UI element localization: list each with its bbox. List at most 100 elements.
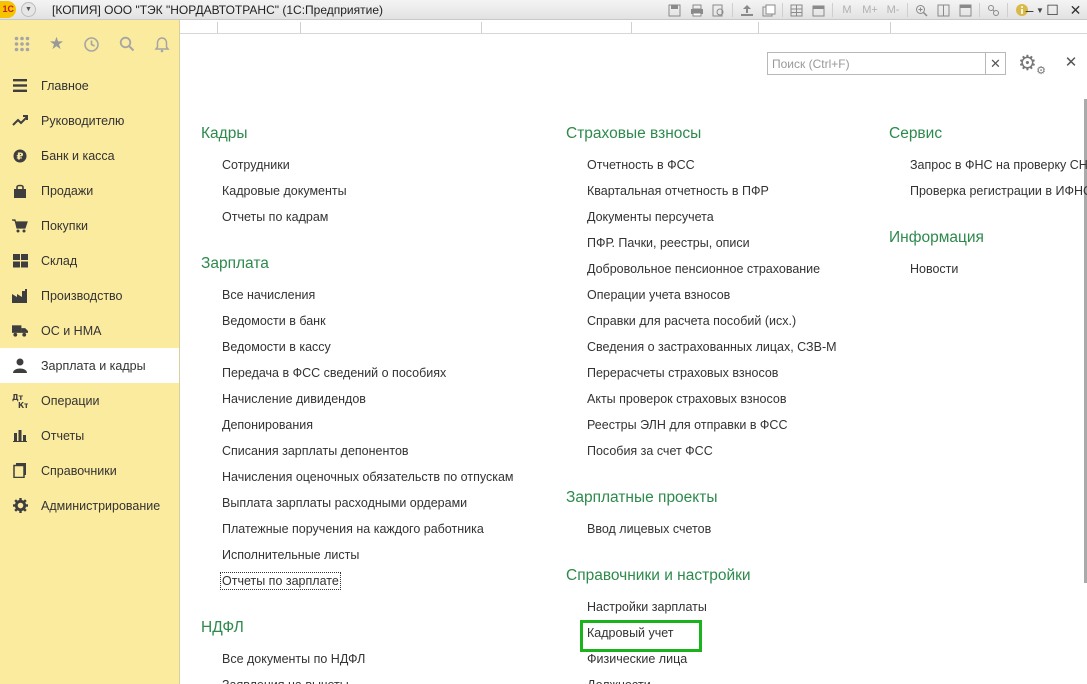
tab-divider [890,22,891,33]
sidebar-item-label: ОС и НМА [41,323,102,338]
nav-link[interactable]: Платежные поручения на каждого работника [222,522,484,536]
zoom-icon[interactable] [913,2,930,18]
nav-link[interactable]: Пособия за счет ФСС [587,444,713,458]
close-window-icon[interactable]: ✕ [1064,0,1087,20]
sidebar-item[interactable]: Покупки [0,208,179,243]
preview-icon[interactable] [710,2,727,18]
open-tabs-bar [180,20,1087,34]
copy-icon[interactable] [760,2,777,18]
sidebar-item-label: Отчеты [41,428,85,443]
nav-link[interactable]: Начисления оценочных обязательств по отп… [222,470,514,484]
nav-link[interactable]: Сотрудники [222,158,290,172]
search-input[interactable] [767,52,986,75]
sidebar-item[interactable]: Зарплата и кадры [0,348,179,383]
nav-link[interactable]: Проверка регистрации в ИФНС [910,184,1087,198]
toolbar-divider [1007,3,1008,17]
calendar-icon[interactable] [810,2,827,18]
nav-link[interactable]: Начисление дивидендов [222,392,366,406]
sidebar-item[interactable]: Дт Кт Операции [0,383,179,418]
search-icon[interactable] [109,29,144,59]
app-logo[interactable]: 1С [0,1,16,18]
nav-link[interactable]: Отчетность в ФСС [587,158,695,172]
nav-link[interactable]: Должности [587,678,651,684]
sidebar-item-label: Склад [41,253,78,268]
nav-link[interactable]: Настройки зарплаты [587,600,707,614]
sidebar-item[interactable]: Отчеты [0,418,179,453]
sidebar-item[interactable]: ОС и НМА [0,313,179,348]
close-icon[interactable]: ✕ [1063,53,1079,73]
nav-link[interactable]: Операции учета взносов [587,288,730,302]
nav-link[interactable]: Кадровые документы [222,184,347,198]
section-title: Справочники и настройки [566,567,751,584]
menu-lines-icon [12,78,28,94]
nav-link[interactable]: Физические лица [587,652,687,666]
nav-link[interactable]: Ввод лицевых счетов [587,522,711,536]
nav-link[interactable]: Акты проверок страховых взносов [587,392,786,406]
memory-minus-button[interactable]: M- [884,2,902,18]
nav-link[interactable]: Справки для расчета пособий (исх.) [587,314,796,328]
save-icon[interactable] [666,2,683,18]
sidebar-item[interactable]: Справочники [0,453,179,488]
nav-link[interactable]: Сведения о застрахованных лицах, СЗВ-М [587,340,837,354]
nav-link[interactable]: Перерасчеты страховых взносов [587,366,778,380]
table-icon[interactable] [788,2,805,18]
nav-link[interactable]: Ведомости в кассу [222,340,331,354]
tab-divider [631,22,632,33]
sidebar-item-label: Главное [41,78,89,93]
sidebar-item-label: Справочники [41,463,117,478]
nav-link[interactable]: Все начисления [222,288,315,302]
nav-link[interactable]: Списания зарплаты депонентов [222,444,409,458]
nav-link[interactable]: Заявления на вычеты [222,678,349,684]
sidebar-item[interactable]: Продажи [0,173,179,208]
all-functions-icon[interactable] [4,29,39,59]
debit-credit-icon: Дт Кт [12,393,28,409]
favorites-icon[interactable]: ★ [39,29,74,59]
nav-link[interactable]: Ведомости в банк [222,314,326,328]
maximize-icon[interactable]: ☐ [1041,0,1064,20]
sidebar-item[interactable]: Руководителю [0,103,179,138]
nav-link[interactable]: Отчеты по кадрам [222,210,328,224]
upload-icon[interactable] [738,2,755,18]
book-icon [12,463,28,479]
settings-gear-icon[interactable]: ⚙ ⚙ [1018,51,1046,77]
nav-link[interactable]: Передача в ФСС сведений о пособиях [222,366,446,380]
nav-link[interactable]: Реестры ЭЛН для отправки в ФСС [587,418,788,432]
tab-divider [300,22,301,33]
gear-icon [12,498,28,514]
minimize-icon[interactable]: – [1018,0,1041,20]
sidebar-item[interactable]: Склад [0,243,179,278]
link-highlighted[interactable]: Кадровый учет [580,620,702,652]
nav-link[interactable]: Исполнительные листы [222,548,359,562]
nav-link[interactable]: Добровольное пенсионное страхование [587,262,820,276]
sidebar-item[interactable]: Администрирование [0,488,179,523]
nav-link[interactable]: Новости [910,262,958,276]
notifications-bell-icon[interactable] [144,29,179,59]
history-icon[interactable] [74,29,109,59]
nav-link[interactable]: Запрос в ФНС на проверку СНИЛС [910,158,1087,172]
clear-search-icon[interactable]: ✕ [986,52,1006,75]
window-title: [КОПИЯ] ООО "ТЭК "НОРДАВТОТРАНС" (1С:Пре… [52,3,383,17]
memory-plus-button[interactable]: M+ [861,2,879,18]
tab-divider [758,22,759,33]
sidebar-item-label: Руководителю [41,113,125,128]
sidebar-item[interactable]: Производство [0,278,179,313]
sidebar-item-label: Операции [41,393,100,408]
nav-link[interactable]: Отчеты по зарплате [220,572,341,590]
window-icon[interactable] [957,2,974,18]
section-title: Страховые взносы [566,125,702,142]
layout-icon[interactable] [935,2,952,18]
sidebar-item[interactable]: Главное [0,68,179,103]
nav-link[interactable]: Выплата зарплаты расходными ордерами [222,496,467,510]
nav-link[interactable]: ПФР. Пачки, реестры, описи [587,236,750,250]
sidebar-item[interactable]: ₽ Банк и касса [0,138,179,173]
nav-link[interactable]: Документы персучета [587,210,714,224]
memory-m-button[interactable]: M [838,2,856,18]
print-icon[interactable] [688,2,705,18]
toolbar-divider [782,3,783,17]
toolbar-divider [832,3,833,17]
nav-link[interactable]: Квартальная отчетность в ПФР [587,184,769,198]
main-menu-button[interactable]: ▼ [21,2,36,17]
nav-link[interactable]: Все документы по НДФЛ [222,652,365,666]
link-icon[interactable] [985,2,1002,18]
nav-link[interactable]: Депонирования [222,418,313,432]
